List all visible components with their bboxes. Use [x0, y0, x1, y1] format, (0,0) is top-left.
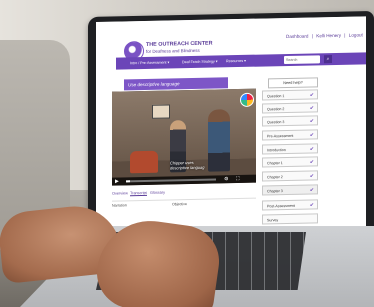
video-caption: Chipper uses descriptive languag	[170, 159, 205, 171]
nav-item-intro[interactable]: Intro / Pre-Assessment ▾	[130, 60, 169, 65]
sidebar-item-label: Question 3	[267, 120, 285, 125]
user-name-link[interactable]: Kelli Henery	[316, 33, 341, 39]
tab-content-objective: Objective	[172, 202, 187, 207]
sidebar-item[interactable]: Question 3 ✔	[262, 115, 318, 127]
checkmark-icon: ✔	[309, 159, 314, 166]
search-icon[interactable]: ⌕	[324, 55, 332, 64]
sidebar-item-label: Chapter 1	[267, 161, 283, 166]
sidebar-item[interactable]: Pre-Assessment ✔	[262, 129, 318, 141]
logo-title[interactable]: THE OUTREACH CENTER	[146, 41, 213, 48]
main-nav: Intro / Pre-Assessment ▾ Deaf-Teach Stra…	[116, 52, 366, 70]
sidebar-item[interactable]: Chapter 2 ✔	[262, 170, 318, 182]
checkmark-icon: ✔	[309, 173, 314, 180]
search-input[interactable]: Search	[284, 55, 320, 65]
video-player[interactable]: Chipper uses descriptive languag ▶ ⚙ ⛶	[112, 88, 256, 186]
sidebar-item[interactable]: Introduction ✔	[262, 143, 318, 155]
checkmark-icon: ✔	[309, 202, 314, 209]
video-controls: ▶ ⚙ ⛶	[112, 174, 256, 186]
fullscreen-icon[interactable]: ⛶	[236, 176, 240, 182]
sofa-left	[0, 40, 70, 230]
video-title: Use descriptive language	[128, 81, 180, 88]
checkmark-icon: ✔	[309, 187, 314, 194]
dashboard-link[interactable]: Dashboard	[286, 34, 308, 39]
tab-glossary[interactable]: Glossary	[150, 191, 165, 195]
logout-link[interactable]: Logout	[349, 32, 363, 37]
site-header: THE OUTREACH CENTER for Deafness and Bli…	[96, 16, 366, 62]
checkmark-icon: ✔	[309, 92, 314, 99]
sidebar-item-label: Post-Assessment	[267, 203, 295, 209]
tab-transcript[interactable]: Transcript	[130, 190, 147, 197]
link-separator: |	[311, 33, 313, 39]
photo-background: THE OUTREACH CENTER for Deafness and Bli…	[0, 0, 374, 307]
video-progress-fill	[126, 180, 130, 183]
sidebar-item-label: Chapter 3	[267, 189, 283, 194]
chapter-sidebar: Question 1 ✔ Question 2 ✔ Question 3 ✔ Pre-Ass…	[262, 89, 326, 225]
video-progress-bar[interactable]	[126, 178, 216, 183]
video-person-right	[208, 109, 230, 172]
tab-content-narration: Narration	[112, 203, 127, 208]
sidebar-item[interactable]: Survey	[262, 213, 318, 225]
account-links: Dashboard | Kelli Henery | Logout	[286, 32, 365, 39]
sidebar-item[interactable]: Question 2 ✔	[262, 102, 318, 114]
sidebar-item[interactable]: Post-Assessment ✔	[262, 199, 318, 211]
sidebar-item-label: Chapter 2	[267, 175, 283, 180]
sidebar-item-label: Survey	[267, 218, 279, 223]
sidebar-item-label: Question 2	[267, 107, 285, 112]
checkmark-icon: ✔	[309, 146, 314, 153]
video-frame-poster	[152, 104, 170, 119]
checkmark-icon: ✔	[309, 118, 314, 125]
tab-divider	[112, 197, 256, 202]
link-separator: |	[344, 32, 346, 38]
video-frame-chair	[130, 150, 158, 174]
sidebar-item[interactable]: Chapter 1 ✔	[262, 156, 318, 168]
sidebar-item[interactable]: Question 1 ✔	[262, 89, 318, 101]
nav-item-resources[interactable]: Resources ▾	[226, 59, 246, 63]
need-help-button[interactable]: Need help?	[268, 77, 318, 89]
tab-overview[interactable]: Overview	[112, 191, 128, 195]
nav-item-strategy[interactable]: Deaf-Teach Strategy ▾	[182, 59, 218, 64]
video-title-banner: Use descriptive language	[124, 77, 228, 91]
sidebar-item-label: Pre-Assessment	[267, 133, 294, 139]
logo-subtitle: for Deafness and Blindness	[146, 47, 200, 54]
sidebar-item[interactable]: Chapter 3 ✔	[262, 184, 318, 196]
checkmark-icon: ✔	[309, 132, 314, 139]
checkmark-icon: ✔	[309, 105, 314, 112]
laptop-screen: THE OUTREACH CENTER for Deafness and Bli…	[96, 16, 366, 237]
sidebar-item-label: Question 1	[267, 94, 285, 99]
settings-icon[interactable]: ⚙	[224, 176, 228, 182]
play-icon[interactable]: ▶	[115, 179, 119, 185]
sidebar-item-label: Introduction	[267, 148, 286, 153]
